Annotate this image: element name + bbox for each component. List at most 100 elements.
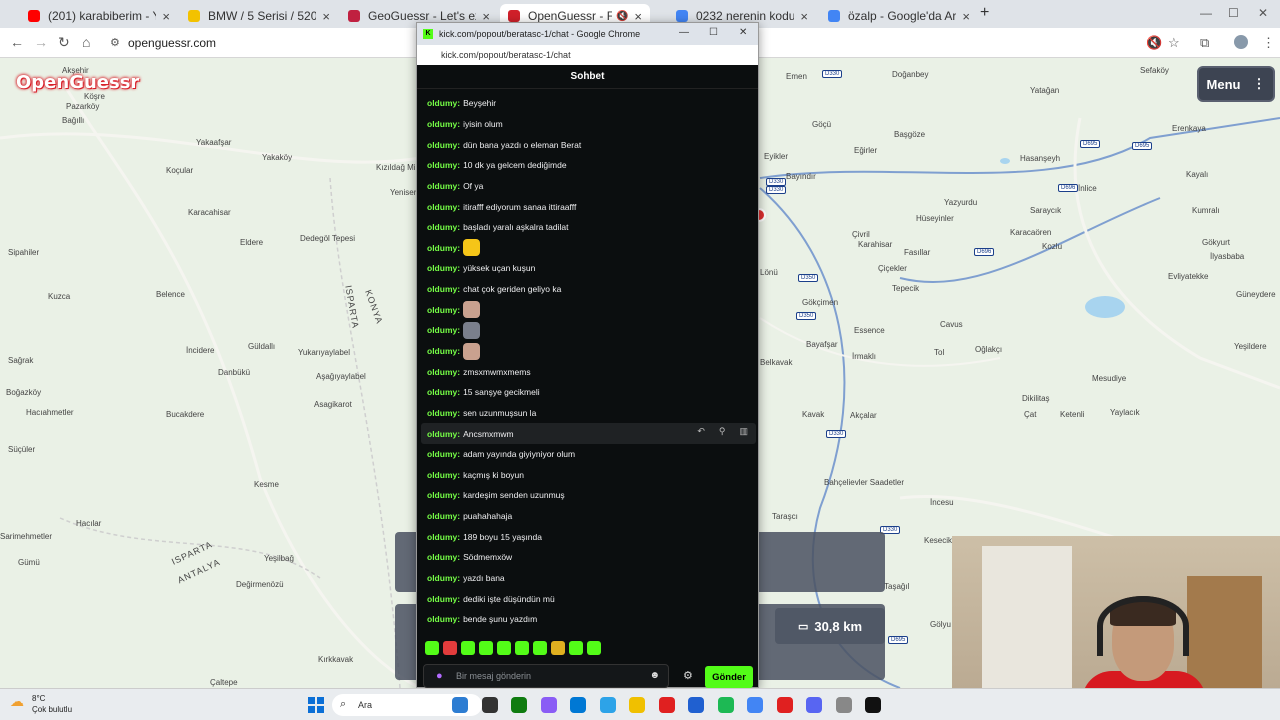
chat-username[interactable]: oldumy: <box>427 594 460 604</box>
chat-username[interactable]: oldumy: <box>427 490 460 500</box>
chat-message[interactable]: oldumy: yüksek uçan kuşun <box>427 258 758 279</box>
chat-settings-gear-icon[interactable]: ⚙ <box>683 669 693 682</box>
browser-menu-icon[interactable]: ⋮ <box>1262 35 1275 51</box>
quick-emote-icon[interactable] <box>551 641 565 655</box>
taskbar-app-icon[interactable] <box>481 697 498 713</box>
taskbar-app-icon[interactable] <box>452 697 468 713</box>
chat-message[interactable]: oldumy: <box>427 237 758 258</box>
chat-username[interactable]: oldumy: <box>427 408 460 418</box>
quick-emote-icon[interactable] <box>425 641 439 655</box>
chat-url-bar[interactable]: kick.com/popout/beratasc-1/chat <box>417 45 758 65</box>
browser-tab[interactable]: (201) karabiberim - YouTube × <box>20 4 178 28</box>
chat-username[interactable]: oldumy: <box>427 243 460 253</box>
reload-icon[interactable]: ↻ <box>58 34 70 51</box>
chat-username[interactable]: oldumy: <box>427 532 460 542</box>
chat-message[interactable]: oldumy: Of ya <box>427 176 758 197</box>
chat-username[interactable]: oldumy: <box>427 160 460 170</box>
chat-message[interactable]: oldumy: zmsxmwmxmems <box>427 361 758 382</box>
chat-username[interactable]: oldumy: <box>427 140 460 150</box>
taskbar-app-icon[interactable] <box>806 697 822 713</box>
taskbar-app-icon[interactable] <box>688 697 704 713</box>
chat-message[interactable]: oldumy: kaçmış ki boyun <box>427 465 758 486</box>
chat-message[interactable]: oldumy: Beyşehir <box>427 93 758 114</box>
chat-username[interactable]: oldumy: <box>427 346 460 356</box>
weather-widget[interactable]: ☁ 8°C Çok bulutlu <box>10 693 72 715</box>
taskbar-app-icon[interactable] <box>629 697 645 713</box>
quick-emote-icon[interactable] <box>497 641 511 655</box>
mic-icon[interactable]: ● <box>436 670 443 682</box>
minimize-icon[interactable]: — <box>1200 6 1212 20</box>
chat-message[interactable]: oldumy: Ancsmxmwm ↶ ⚲ ▥ <box>421 423 756 444</box>
quick-emote-icon[interactable] <box>443 641 457 655</box>
chat-message[interactable]: oldumy: yazdı bana <box>427 568 758 589</box>
taskbar-app-icon[interactable] <box>835 697 852 713</box>
chat-message[interactable]: oldumy: başladı yaralı aşkalra tadilat <box>427 217 758 238</box>
maximize-icon[interactable]: ☐ <box>1228 6 1239 20</box>
chat-message[interactable]: oldumy: 10 dk ya gelcem dediğimde <box>427 155 758 176</box>
delete-icon[interactable]: ▥ <box>739 426 748 437</box>
chat-username[interactable]: oldumy: <box>427 202 460 212</box>
chat-username[interactable]: oldumy: <box>427 573 460 583</box>
chat-username[interactable]: oldumy: <box>427 470 460 480</box>
chat-username[interactable]: oldumy: <box>427 98 460 108</box>
chat-message[interactable]: oldumy: <box>427 299 758 320</box>
taskbar-app-icon[interactable] <box>717 697 734 713</box>
chat-username[interactable]: oldumy: <box>427 511 460 521</box>
chat-message[interactable]: oldumy: Södmemxöw <box>427 547 758 568</box>
send-button[interactable]: Gönder <box>705 666 753 688</box>
back-icon[interactable]: ← <box>10 34 24 50</box>
bookmark-star-icon[interactable]: ☆ <box>1168 35 1180 51</box>
browser-tab[interactable]: BMW / 5 Serisi / 520d / Premiu × <box>180 4 338 28</box>
chat-input[interactable]: ● Bir mesaj gönderin ☻ <box>423 664 669 688</box>
emoji-icon[interactable]: ☻ <box>649 670 660 681</box>
chat-username[interactable]: oldumy: <box>427 263 460 273</box>
chat-message[interactable]: oldumy: <box>427 341 758 362</box>
quick-emote-icon[interactable] <box>515 641 529 655</box>
chat-message[interactable]: oldumy: dediki işte düşündün mü <box>427 588 758 609</box>
chat-message[interactable]: oldumy: dün bana yazdı o eleman Berat <box>427 134 758 155</box>
chat-username[interactable]: oldumy: <box>427 284 460 294</box>
chat-message[interactable]: oldumy: bende şunu yazdım <box>427 609 758 630</box>
taskbar-app-icon[interactable] <box>540 697 557 713</box>
windows-start-icon[interactable] <box>308 697 324 713</box>
browser-tab[interactable]: özalp - Google'da Ara × <box>820 4 978 28</box>
taskbar-app-icon[interactable] <box>747 697 763 713</box>
chat-message[interactable]: oldumy: sen uzunmuşsun la <box>427 403 758 424</box>
chat-username[interactable]: oldumy: <box>427 614 460 624</box>
extensions-icon[interactable]: ⧉ <box>1200 35 1209 51</box>
pin-icon[interactable]: ⚲ <box>719 426 726 437</box>
quick-emote-icon[interactable] <box>533 641 547 655</box>
quick-emote-icon[interactable] <box>479 641 493 655</box>
chat-message-list[interactable]: oldumy: Beyşehir oldumy: iyisin olum oldumy:… <box>417 93 758 641</box>
chat-message[interactable]: oldumy: adam yayında giyiyniyor olum <box>427 444 758 465</box>
close-window-icon[interactable]: ✕ <box>1258 6 1268 20</box>
taskbar-app-icon[interactable] <box>599 697 616 713</box>
taskbar-app-icon[interactable] <box>570 697 586 713</box>
forward-icon[interactable]: → <box>34 34 48 50</box>
chat-message[interactable]: oldumy: iyisin olum <box>427 114 758 135</box>
quick-emote-icon[interactable] <box>461 641 475 655</box>
chat-username[interactable]: oldumy: <box>427 181 460 191</box>
close-icon[interactable]: ✕ <box>739 27 747 38</box>
chat-username[interactable]: oldumy: <box>427 325 460 335</box>
home-icon[interactable]: ⌂ <box>82 34 90 50</box>
chat-username[interactable]: oldumy: <box>427 449 460 459</box>
maximize-icon[interactable]: ☐ <box>709 27 718 38</box>
chat-username[interactable]: oldumy: <box>427 367 460 377</box>
taskbar-app-icon[interactable] <box>865 697 881 713</box>
menu-button[interactable]: Menu ⋮ <box>1197 66 1275 102</box>
quick-emote-icon[interactable] <box>569 641 583 655</box>
mute-site-icon[interactable]: 🔇 <box>1146 35 1162 51</box>
chat-username[interactable]: oldumy: <box>427 552 460 562</box>
new-tab-button[interactable]: + <box>980 4 989 22</box>
quick-emote-icon[interactable] <box>587 641 601 655</box>
chat-message[interactable]: oldumy: chat çok geriden geliyo ka <box>427 279 758 300</box>
taskbar-app-icon[interactable] <box>658 697 675 713</box>
url-field[interactable]: openguessr.com <box>128 36 216 50</box>
chat-username[interactable]: oldumy: <box>427 222 460 232</box>
minimize-icon[interactable]: — <box>679 27 689 38</box>
chat-message[interactable]: oldumy: itirafff ediyorum sanaa ittiraaff… <box>427 196 758 217</box>
tab-close-icon[interactable]: × <box>962 9 970 24</box>
chat-message[interactable]: oldumy: kardeşim senden uzunmuş <box>427 485 758 506</box>
taskbar-app-icon[interactable] <box>511 697 527 713</box>
